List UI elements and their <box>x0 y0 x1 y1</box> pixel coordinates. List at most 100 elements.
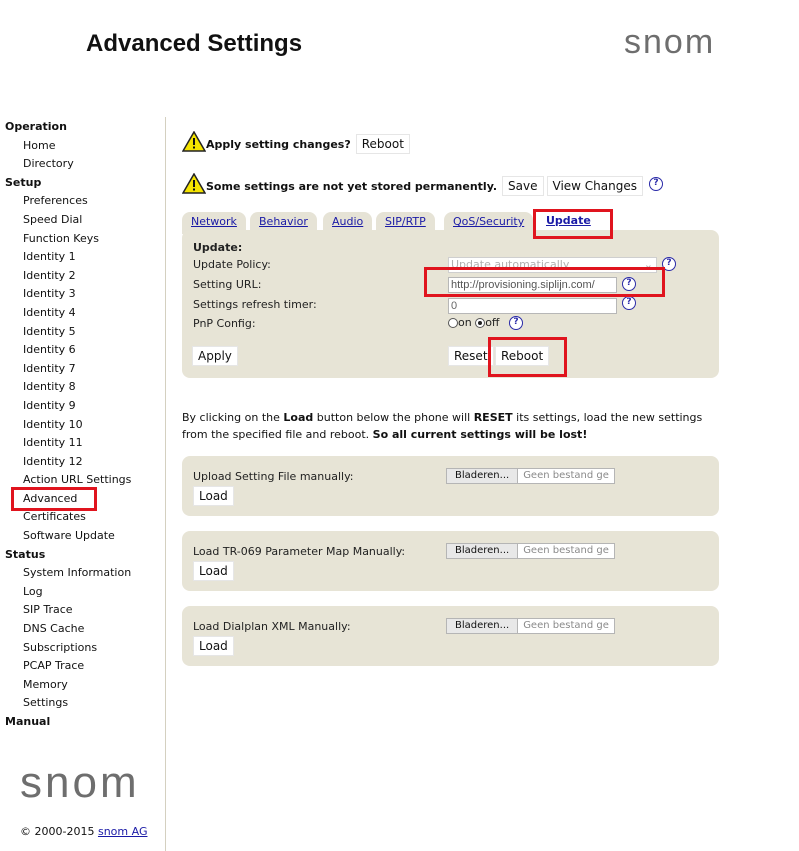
load-setting-file-button[interactable]: Load <box>193 486 234 506</box>
sidebar-item-function-keys[interactable]: Function Keys <box>5 230 160 249</box>
setting-url-label: Setting URL: <box>193 278 262 291</box>
load-dialplan-button[interactable]: Load <box>193 636 234 656</box>
sidebar-item-sip-trace[interactable]: SIP Trace <box>5 601 160 620</box>
sidebar-item-log[interactable]: Log <box>5 583 160 602</box>
refresh-timer-label: Settings refresh timer: <box>193 298 317 311</box>
copyright: © 2000-2015 snom AG <box>20 825 147 838</box>
refresh-timer-input[interactable] <box>448 298 617 314</box>
sidebar-divider <box>165 117 166 851</box>
info-reset-word: RESET <box>473 411 513 424</box>
apply-changes-text: Apply setting changes? <box>206 138 351 151</box>
info-warning: So all current settings will be lost! <box>372 428 588 441</box>
snom-logo: snom <box>624 23 716 61</box>
tab-update-link[interactable]: Update <box>546 214 591 227</box>
upload-setting-file-label: Upload Setting File manually: <box>193 470 354 483</box>
update-policy-value: Update automatically <box>451 258 570 271</box>
no-file-text: Geen bestand ge <box>523 470 609 481</box>
pnp-off-label: off <box>485 316 500 329</box>
reset-button[interactable]: Reset <box>448 346 494 366</box>
sidebar-item-identity-10[interactable]: Identity 10 <box>5 416 160 435</box>
page-title: Advanced Settings <box>86 30 303 57</box>
nav-section-setup: Setup <box>5 175 42 189</box>
sidebar-item-speed-dial[interactable]: Speed Dial <box>5 211 160 230</box>
tab-behavior-link[interactable]: Behavior <box>259 215 308 228</box>
tab-audio-link[interactable]: Audio <box>332 215 363 228</box>
help-icon[interactable]: ? <box>662 257 676 271</box>
update-heading: Update: <box>193 241 243 254</box>
pnp-on-label: on <box>458 316 472 329</box>
upload-dialplan-panel: Load Dialplan XML Manually: Bladeren... G… <box>182 606 719 666</box>
pnp-on-radio[interactable] <box>448 318 458 328</box>
tab-network-link[interactable]: Network <box>191 215 237 228</box>
info-load-word: Load <box>283 411 314 424</box>
help-icon[interactable]: ? <box>622 296 636 310</box>
warning-icon <box>181 130 207 152</box>
upload-tr069-panel: Load TR-069 Parameter Map Manually: Blad… <box>182 531 719 591</box>
help-icon[interactable]: ? <box>649 177 663 191</box>
update-panel: Update: Update Policy: Update automatica… <box>182 230 719 378</box>
sidebar-item-action-url-settings[interactable]: Action URL Settings <box>5 471 160 490</box>
sidebar-item-identity-4[interactable]: Identity 4 <box>5 304 160 323</box>
sidebar-item-directory[interactable]: Directory <box>5 155 160 174</box>
dialplan-file-input[interactable]: Bladeren... Geen bestand ge <box>446 618 615 634</box>
apply-changes-row: Apply setting changes? Reboot <box>181 128 410 154</box>
sidebar-item-certificates[interactable]: Certificates <box>5 508 160 527</box>
tab-qos-security-link[interactable]: QoS/Security <box>453 215 524 228</box>
warning-reboot-button[interactable]: Reboot <box>355 134 410 154</box>
sidebar-item-identity-1[interactable]: Identity 1 <box>5 248 160 267</box>
sidebar-item-identity-3[interactable]: Identity 3 <box>5 285 160 304</box>
browse-button[interactable]: Bladeren... <box>447 619 519 633</box>
browse-button[interactable]: Bladeren... <box>447 469 519 483</box>
sidebar-item-software-update[interactable]: Software Update <box>5 527 160 546</box>
load-warning-text: By clicking on the Load button below the… <box>182 409 722 443</box>
copyright-text: © 2000-2015 <box>20 825 95 838</box>
sidebar-item-identity-11[interactable]: Identity 11 <box>5 434 160 453</box>
sidebar-item-identity-6[interactable]: Identity 6 <box>5 341 160 360</box>
pnp-config-label: PnP Config: <box>193 317 256 330</box>
sidebar-item-identity-12[interactable]: Identity 12 <box>5 453 160 472</box>
help-icon[interactable]: ? <box>622 277 636 291</box>
apply-button[interactable]: Apply <box>192 346 238 366</box>
sidebar-item-home[interactable]: Home <box>5 137 160 156</box>
info-text-1: By clicking on the <box>182 411 284 424</box>
snom-ag-link[interactable]: snom AG <box>98 825 148 838</box>
info-text-2: button below the phone will <box>313 411 474 424</box>
browse-button[interactable]: Bladeren... <box>447 544 519 558</box>
chevron-down-icon: ⌄ <box>643 258 653 271</box>
sidebar-item-settings[interactable]: Settings <box>5 694 160 713</box>
no-file-text: Geen bestand ge <box>523 545 609 556</box>
sidebar-item-memory[interactable]: Memory <box>5 676 160 695</box>
sidebar-item-identity-8[interactable]: Identity 8 <box>5 378 160 397</box>
nav-section-operation: Operation <box>5 120 67 133</box>
sidebar-item-identity-9[interactable]: Identity 9 <box>5 397 160 416</box>
update-policy-label: Update Policy: <box>193 258 271 271</box>
setting-url-input[interactable] <box>448 277 617 293</box>
upload-dialplan-label: Load Dialplan XML Manually: <box>193 620 351 633</box>
sidebar-item-advanced[interactable]: Advanced <box>11 486 97 512</box>
view-changes-button[interactable]: View Changes <box>546 176 643 196</box>
save-button[interactable]: Save <box>502 176 544 196</box>
tab-sip-rtp-link[interactable]: SIP/RTP <box>385 215 426 228</box>
sidebar-item-dns-cache[interactable]: DNS Cache <box>5 620 160 639</box>
sidebar-item-subscriptions[interactable]: Subscriptions <box>5 639 160 658</box>
load-tr069-button[interactable]: Load <box>193 561 234 581</box>
sidebar-item-identity-7[interactable]: Identity 7 <box>5 360 160 379</box>
update-policy-select[interactable]: Update automatically ⌄ <box>448 257 657 273</box>
reboot-button[interactable]: Reboot <box>495 346 550 366</box>
sidebar-item-system-information[interactable]: System Information <box>5 564 160 583</box>
help-icon[interactable]: ? <box>509 316 523 330</box>
unsaved-settings-row: Some settings are not yet stored permane… <box>181 170 663 196</box>
setting-file-input[interactable]: Bladeren... Geen bestand ge <box>446 468 615 484</box>
unsaved-settings-text: Some settings are not yet stored permane… <box>206 180 498 193</box>
sidebar-item-identity-5[interactable]: Identity 5 <box>5 323 160 342</box>
pnp-config-radios: on off <box>448 316 500 329</box>
pnp-off-radio[interactable] <box>475 318 486 328</box>
upload-tr069-label: Load TR-069 Parameter Map Manually: <box>193 545 406 558</box>
nav-section-manual[interactable]: Manual <box>5 713 160 732</box>
tr069-file-input[interactable]: Bladeren... Geen bestand ge <box>446 543 615 559</box>
sidebar-item-preferences[interactable]: Preferences <box>5 192 160 211</box>
sidebar-item-pcap-trace[interactable]: PCAP Trace <box>5 657 160 676</box>
sidebar-item-identity-2[interactable]: Identity 2 <box>5 267 160 286</box>
snom-logo-bottom: snom <box>20 758 140 807</box>
sidebar-nav: Operation Home Directory Setup Preferenc… <box>5 118 160 732</box>
